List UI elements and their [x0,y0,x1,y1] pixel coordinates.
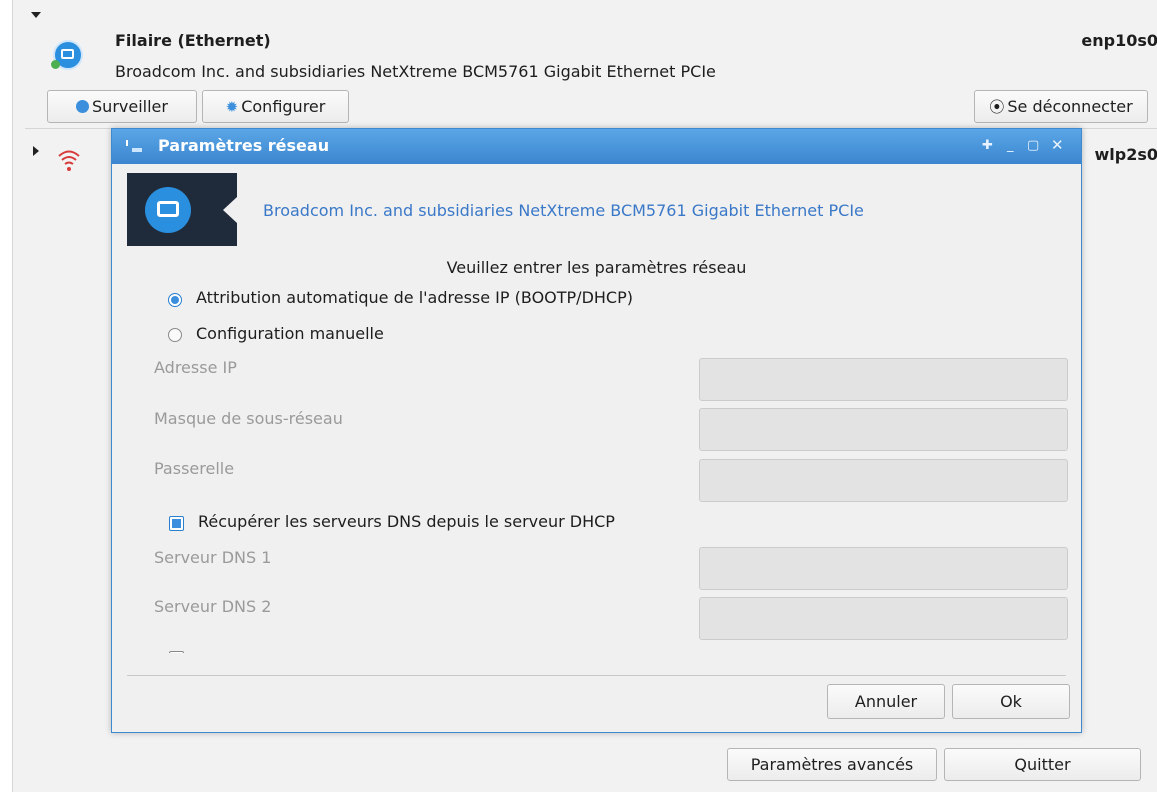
monitor-button[interactable]: Surveiller [47,90,197,123]
netmask-label: Masque de sous-réseau [154,409,343,428]
monitor-label: Surveiller [92,97,168,116]
minimize-icon[interactable]: _ [1007,138,1014,153]
dns2-label: Serveur DNS 2 [154,597,272,616]
clipped-checkbox[interactable] [169,651,184,653]
ethernet-interface-name: enp10s0 [1081,31,1157,50]
configure-button[interactable]: ✹ Configurer [202,90,349,123]
network-banner [127,173,237,246]
dialog-divider [127,675,1066,676]
gateway-label: Passerelle [154,459,235,478]
gateway-field[interactable] [699,459,1068,502]
ethernet-icon [51,40,83,70]
ok-label: Ok [1000,692,1022,711]
disconnect-button[interactable]: ⦿ Se déconnecter [974,90,1148,123]
dialog-app-icon [126,140,142,153]
cancel-label: Annuler [854,692,918,711]
maximize-icon[interactable]: ▢ [1027,138,1039,153]
dns1-field[interactable] [699,547,1068,590]
radio-manual-config-label[interactable]: Configuration manuelle [196,324,384,343]
keep-above-icon[interactable]: ✚ [982,138,993,153]
radio-manual-config[interactable] [168,328,182,342]
configure-label: Configurer [241,97,326,116]
ethernet-title: Filaire (Ethernet) [115,31,271,50]
disconnect-label: Se déconnecter [1007,97,1133,116]
dns1-label: Serveur DNS 1 [154,548,272,567]
dns2-field[interactable] [699,597,1068,640]
advanced-settings-label: Paramètres avancés [750,755,914,774]
gear-icon: ✹ [225,97,239,116]
expand-arrow-icon[interactable] [33,146,39,156]
ok-button[interactable]: Ok [952,684,1070,719]
wireless-interface-name: wlp2s0 [1094,145,1157,164]
dns-from-dhcp-label[interactable]: Récupérer les serveurs DNS depuis le ser… [198,512,615,531]
radio-auto-ip-label[interactable]: Attribution automatique de l'adresse IP … [196,288,633,307]
ip-address-label: Adresse IP [154,358,237,377]
radio-auto-ip[interactable] [168,293,182,307]
collapse-arrow-icon[interactable] [31,12,41,18]
cancel-button[interactable]: Annuler [827,684,945,719]
ip-address-field[interactable] [699,358,1068,401]
ethernet-description: Broadcom Inc. and subsidiaries NetXtreme… [115,62,716,81]
close-icon[interactable]: ✕ [1051,136,1064,154]
monitor-icon [76,100,90,113]
quit-button[interactable]: Quitter [944,748,1141,781]
scroll-area-clip [112,649,1081,653]
quit-label: Quitter [1014,755,1071,774]
netmask-field[interactable] [699,408,1068,451]
dialog-device-name: Broadcom Inc. and subsidiaries NetXtreme… [263,201,864,220]
wifi-icon [57,146,81,176]
advanced-settings-button[interactable]: Paramètres avancés [727,748,937,781]
disconnect-icon: ⦿ [989,98,1005,116]
dialog-title: Paramètres réseau [158,136,330,155]
dialog-titlebar[interactable]: Paramètres réseau ✚ _ ▢ ✕ [112,129,1081,164]
dialog-prompt: Veuillez entrer les paramètres réseau [446,258,747,277]
network-settings-dialog: Paramètres réseau ✚ _ ▢ ✕ Broadcom Inc. … [111,128,1082,733]
ethernet-plug-icon [145,187,191,233]
dns-from-dhcp-checkbox[interactable] [169,516,184,531]
